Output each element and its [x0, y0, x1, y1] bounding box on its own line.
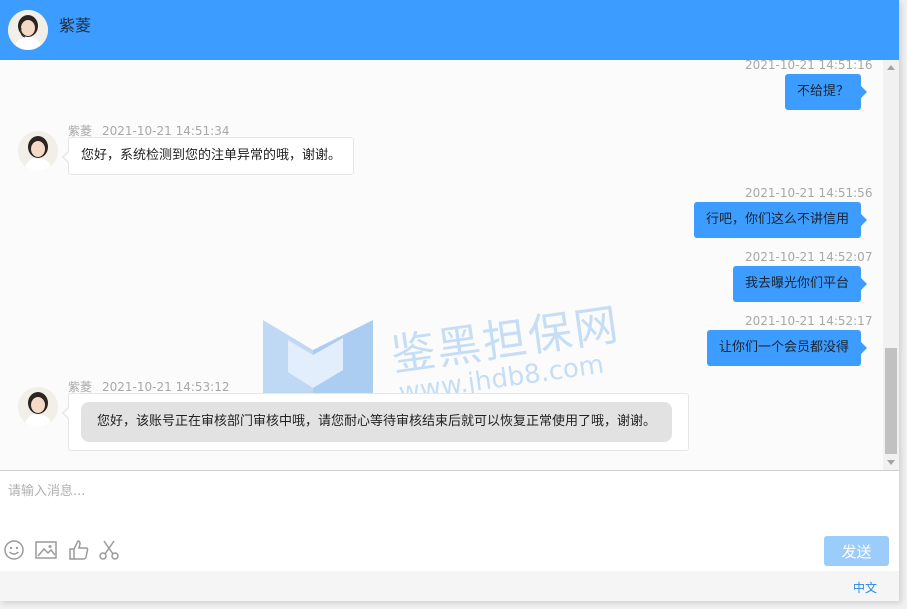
message-time: 2021-10-21 14:53:12 — [102, 380, 230, 394]
composer: 发送 — [0, 471, 899, 571]
outgoing-message: 不给提？ — [785, 74, 868, 110]
scroll-thumb[interactable] — [885, 348, 897, 454]
send-button[interactable]: 发送 — [824, 536, 889, 566]
outgoing-message: 让你们一个会员都没得 — [707, 330, 868, 366]
agent-name: 紫菱 — [59, 16, 92, 35]
agent-avatar — [18, 387, 58, 427]
incoming-message: 您好，系统检测到您的注单异常的哦，谢谢。 — [62, 137, 354, 175]
sender-name: 紫菱 — [68, 124, 93, 138]
footer-bar: 中文 — [0, 571, 899, 601]
outgoing-message: 行吧，你们这么不讲信用 — [694, 202, 868, 238]
incoming-message-card: 您好，该账号正在审核部门审核中哦，请您耐心等待审核结束后就可以恢复正常使用了哦，… — [62, 393, 689, 451]
message-time: 2021-10-21 14:52:17 — [745, 314, 873, 328]
thumbs-up-icon[interactable] — [68, 539, 90, 561]
watermark-text: 鉴黑担保网 — [388, 299, 624, 382]
scrollbar[interactable] — [883, 60, 899, 470]
message-time: 2021-10-21 14:51:16 — [745, 60, 873, 72]
sender-name: 紫菱 — [68, 380, 93, 394]
chat-window: 紫菱 鉴黑担保网 www.jhdb8.com 2021-10-21 14:51:… — [0, 0, 899, 601]
message-input[interactable] — [8, 479, 868, 503]
message-time: 2021-10-21 14:51:34 — [102, 124, 230, 138]
agent-avatar — [8, 10, 48, 50]
message-list[interactable]: 鉴黑担保网 www.jhdb8.com 2021-10-21 14:51:16 … — [0, 60, 899, 470]
emoji-icon[interactable] — [3, 539, 25, 561]
agent-avatar — [18, 131, 58, 171]
message-time: 2021-10-21 14:52:07 — [745, 250, 873, 264]
incoming-message: 您好，该账号正在审核部门审核中哦，请您耐心等待审核结束后就可以恢复正常使用了哦，… — [81, 402, 672, 442]
chat-header: 紫菱 — [0, 0, 899, 60]
scroll-down-arrow-icon[interactable] — [887, 460, 895, 465]
outgoing-message: 我去曝光你们平台 — [733, 266, 868, 302]
scroll-up-arrow-icon[interactable] — [887, 65, 895, 70]
image-icon[interactable] — [34, 539, 58, 561]
scissors-icon[interactable] — [98, 539, 120, 561]
message-time: 2021-10-21 14:51:56 — [745, 186, 873, 200]
language-switch[interactable]: 中文 — [853, 579, 877, 596]
